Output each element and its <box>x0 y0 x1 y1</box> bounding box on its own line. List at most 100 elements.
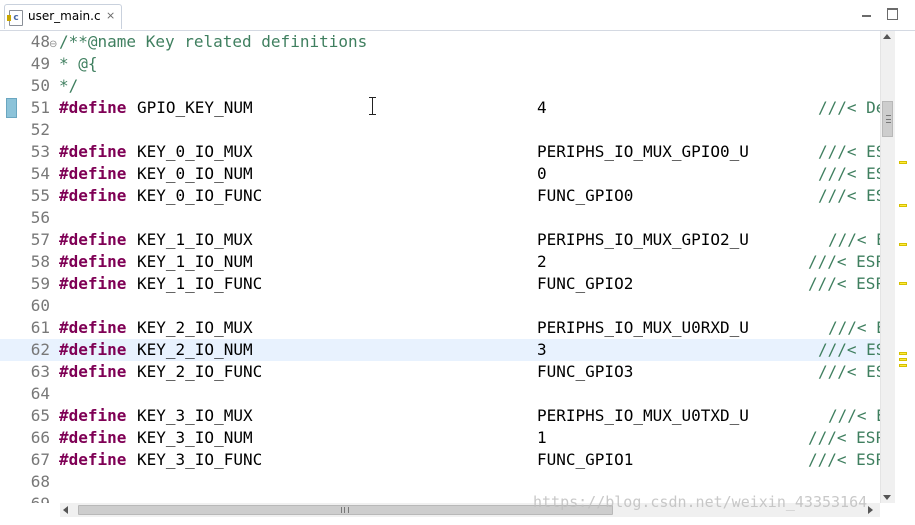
line-number: 63 <box>30 362 50 381</box>
code-line[interactable]: 68 <box>0 471 880 493</box>
keyword-token: #define <box>59 230 127 249</box>
maximize-icon[interactable] <box>887 8 898 20</box>
code-line[interactable]: 54 #define KEY_0_IO_NUM 0 ///< ES <box>0 163 880 185</box>
code-line[interactable]: 67 #define KEY_3_IO_FUNC FUNC_GPIO1 ///< ESP <box>0 449 880 471</box>
macro-value-token: FUNC_GPIO1 <box>537 450 634 469</box>
keyword-token: #define <box>59 406 127 425</box>
minimize-icon[interactable] <box>862 10 871 17</box>
code-line[interactable]: 60 <box>0 295 880 317</box>
comment-token: ///< ES <box>818 340 880 359</box>
code-line[interactable]: 65 #define KEY_3_IO_MUX PERIPHS_IO_MUX_U0TX… <box>0 405 880 427</box>
macro-name-token: GPIO_KEY_NUM <box>137 98 253 117</box>
macro-value-token: 0 <box>537 164 547 183</box>
code-line[interactable]: 48 ⊖/**@name Key related definitions <box>0 31 880 53</box>
overview-marker[interactable] <box>899 282 907 285</box>
code-line[interactable]: 64 <box>0 383 880 405</box>
keyword-token: #define <box>59 428 127 447</box>
line-number: 49 <box>30 54 50 73</box>
line-number: 56 <box>30 208 50 227</box>
macro-name-token: KEY_2_IO_MUX <box>137 318 253 337</box>
macro-name-token: KEY_1_IO_MUX <box>137 230 253 249</box>
code-line[interactable]: 52 <box>0 119 880 141</box>
macro-value-token: PERIPHS_IO_MUX_U0RXD_U <box>537 318 749 337</box>
macro-value-token: PERIPHS_IO_MUX_GPIO0_U <box>537 142 749 161</box>
code-line[interactable]: 57 #define KEY_1_IO_MUX PERIPHS_IO_MUX_GPIO… <box>0 229 880 251</box>
macro-value-token: PERIPHS_IO_MUX_U0TXD_U <box>537 406 749 425</box>
code-line[interactable]: 66 #define KEY_3_IO_NUM 1 ///< ESP <box>0 427 880 449</box>
code-line[interactable]: 49 * @{ <box>0 53 880 75</box>
keyword-token: #define <box>59 362 127 381</box>
code-line[interactable]: 55 #define KEY_0_IO_FUNC FUNC_GPIO0 ///< ES <box>0 185 880 207</box>
scroll-down-icon[interactable] <box>883 495 891 500</box>
overview-ruler[interactable] <box>895 31 915 503</box>
macro-name-token: KEY_0_IO_NUM <box>137 164 253 183</box>
line-number: 69 <box>24 493 50 503</box>
code-line[interactable]: 62 #define KEY_2_IO_NUM 3 ///< ES <box>0 339 880 361</box>
overview-marker[interactable] <box>899 243 907 246</box>
code-line[interactable]: 63 #define KEY_2_IO_FUNC FUNC_GPIO3 ///< ES <box>0 361 880 383</box>
macro-value-token: 2 <box>537 252 547 271</box>
macro-name-token: KEY_1_IO_FUNC <box>137 274 263 293</box>
close-icon[interactable]: ⨯ <box>106 9 115 22</box>
macro-value-token: PERIPHS_IO_MUX_GPIO2_U <box>537 230 749 249</box>
comment-token: ///< ESP <box>808 252 880 271</box>
comment-token: */ <box>59 76 79 95</box>
code-editor[interactable]: 48 ⊖/**@name Key related definitions 49 * @… <box>0 31 880 503</box>
tab-user-main-c[interactable]: c user_main.c ⨯ <box>4 4 122 29</box>
keyword-token: #define <box>59 98 127 117</box>
code-line[interactable]: 56 <box>0 207 880 229</box>
comment-token: ///< ESP <box>808 428 880 447</box>
macro-name-token: KEY_3_IO_MUX <box>137 406 253 425</box>
line-number: 68 <box>30 472 50 491</box>
comment-token: ///< De <box>818 98 880 117</box>
code-line[interactable]: 50 */ <box>0 75 880 97</box>
keyword-token: #define <box>59 318 127 337</box>
keyword-token: #define <box>59 252 127 271</box>
overview-marker[interactable] <box>899 364 907 367</box>
tab-label: user_main.c <box>28 9 101 23</box>
macro-value-token: FUNC_GPIO0 <box>537 186 634 205</box>
comment-token: ///< E <box>828 406 880 425</box>
overview-marker[interactable] <box>899 161 907 164</box>
code-line[interactable]: 53 #define KEY_0_IO_MUX PERIPHS_IO_MUX_GPIO… <box>0 141 880 163</box>
scroll-left-icon[interactable] <box>63 506 68 514</box>
scroll-up-icon[interactable] <box>883 34 891 39</box>
comment-token: ///< ESP <box>808 274 880 293</box>
comment-token: ///< E <box>828 230 880 249</box>
scroll-right-icon[interactable] <box>868 506 873 514</box>
macro-name-token: KEY_3_IO_FUNC <box>137 450 263 469</box>
overview-marker[interactable] <box>899 358 907 361</box>
watermark-text: https://blog.csdn.net/weixin_43353164 <box>533 493 868 511</box>
code-line[interactable]: 59 #define KEY_1_IO_FUNC FUNC_GPIO2 ///< ESP <box>0 273 880 295</box>
macro-name-token: KEY_3_IO_NUM <box>137 428 253 447</box>
keyword-token: #define <box>59 274 127 293</box>
line-number: 66 <box>30 428 50 447</box>
macro-value-token: FUNC_GPIO2 <box>537 274 634 293</box>
keyword-token: #define <box>59 164 127 183</box>
macro-name-token: KEY_2_IO_NUM <box>137 340 253 359</box>
vertical-scroll-thumb[interactable] <box>882 101 893 137</box>
comment-token: ///< ESP <box>808 450 880 469</box>
code-line[interactable]: 61 #define KEY_2_IO_MUX PERIPHS_IO_MUX_U0RX… <box>0 317 880 339</box>
code-line[interactable]: 51 #define GPIO_KEY_NUM 4 ///< De <box>0 97 880 119</box>
keyword-token: #define <box>59 142 127 161</box>
keyword-token: #define <box>59 186 127 205</box>
vertical-scrollbar[interactable] <box>880 31 895 503</box>
grip-icon <box>341 507 349 513</box>
overview-marker[interactable] <box>899 352 907 355</box>
line-number: 65 <box>30 406 50 425</box>
line-number: 67 <box>30 450 50 469</box>
macro-name-token: KEY_0_IO_MUX <box>137 142 253 161</box>
macro-name-token: KEY_2_IO_FUNC <box>137 362 263 381</box>
comment-token: ///< ES <box>818 362 880 381</box>
code-line[interactable]: 58 #define KEY_1_IO_NUM 2 ///< ESP <box>0 251 880 273</box>
c-source-file-icon: c <box>7 10 23 26</box>
macro-value-token: 3 <box>537 340 547 359</box>
line-number: 48 <box>30 32 50 51</box>
line-number: 57 <box>30 230 50 249</box>
grip-icon <box>886 115 891 123</box>
line-number: 64 <box>30 384 50 403</box>
comment-token: /**@name Key related definitions <box>59 32 368 51</box>
line-number: 60 <box>30 296 50 315</box>
overview-marker[interactable] <box>899 204 907 207</box>
